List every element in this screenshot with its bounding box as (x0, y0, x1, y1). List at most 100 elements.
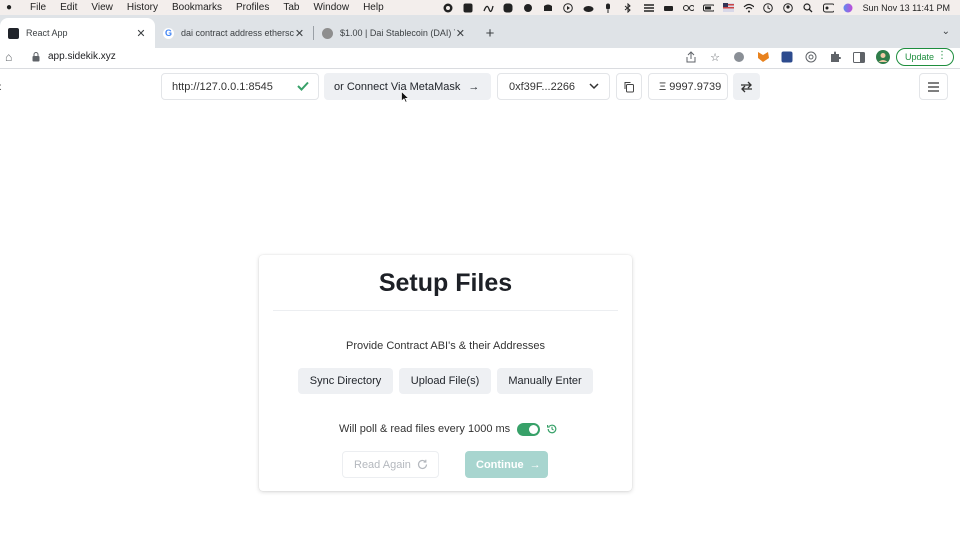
check-icon (297, 81, 309, 91)
close-icon[interactable]: ✕ (294, 27, 305, 40)
account-address: 0xf39F...2266 (509, 80, 576, 93)
account-select[interactable]: 0xf39F...2266 (497, 73, 610, 100)
control-center-icon[interactable] (822, 3, 834, 13)
bookmark-star-icon[interactable]: ☆ (708, 50, 722, 64)
menu-file[interactable]: File (30, 2, 46, 13)
close-icon[interactable]: ✕ (135, 27, 147, 40)
extension-circle-icon[interactable] (804, 50, 818, 64)
tab-title: dai contract address etherscan (181, 28, 294, 38)
apple-icon[interactable]: ● (2, 2, 16, 13)
continue-button[interactable]: Continue → (465, 451, 548, 478)
app-icon[interactable] (463, 3, 474, 13)
toggle-knob (529, 424, 539, 434)
play-icon[interactable] (563, 2, 574, 13)
chevron-left-icon[interactable]: ‹ (0, 78, 2, 94)
extension-blue-icon[interactable] (780, 50, 794, 64)
spotlight-icon[interactable] (803, 2, 814, 13)
glasses-icon[interactable] (682, 3, 694, 13)
home-icon[interactable]: ⌂ (5, 50, 12, 64)
rpc-url-field[interactable]: http://127.0.0.1:8545 (161, 73, 319, 100)
new-tab-icon[interactable]: + (483, 25, 497, 42)
card-subtitle: Provide Contract ABI's & their Addresses (346, 340, 545, 352)
tab-title: $1.00 | Dai Stablecoin (DAI) To (340, 28, 455, 38)
record-icon[interactable] (443, 3, 454, 13)
menu-icon (928, 81, 939, 92)
refresh-icon (417, 459, 427, 470)
balance-value: Ξ 9997.9739 (659, 80, 722, 93)
arrow-right-icon: → (468, 80, 480, 93)
copy-icon (624, 81, 634, 92)
tab-react-app[interactable]: React App ✕ (0, 18, 155, 48)
browser-update-button[interactable]: Update ⋮ (896, 48, 954, 66)
toolbar-icons: ☆ (684, 50, 890, 64)
mouse-cursor-icon (401, 91, 409, 103)
bluetooth-icon[interactable] (623, 2, 634, 13)
react-favicon-icon (8, 27, 19, 39)
menu-profiles[interactable]: Profiles (236, 2, 269, 13)
chevron-down-icon (589, 83, 599, 90)
continue-label: Continue (476, 458, 524, 471)
rpc-url-value: http://127.0.0.1:8545 (172, 80, 273, 93)
copy-address-button[interactable] (616, 73, 642, 100)
read-again-label: Read Again (354, 458, 411, 471)
menu-tab[interactable]: Tab (283, 2, 299, 13)
swap-arrows-icon (741, 81, 752, 92)
tab-dai-stablecoin[interactable]: $1.00 | Dai Stablecoin (DAI) To ✕ (314, 18, 474, 48)
update-label: Update (905, 52, 935, 62)
history-icon[interactable] (546, 423, 558, 435)
time-machine-icon[interactable] (763, 2, 774, 13)
address-bar-url[interactable]: app.sidekik.xyz (48, 51, 116, 62)
extensions-puzzle-icon[interactable] (828, 50, 842, 64)
siri-icon[interactable] (843, 3, 854, 13)
flag-icon[interactable] (722, 3, 734, 13)
stripes-icon[interactable] (643, 3, 654, 13)
profile-avatar[interactable] (876, 50, 890, 64)
status-tray: Sun Nov 13 11:41 PM (443, 0, 950, 15)
cloud-icon[interactable] (583, 3, 594, 13)
tab-title: React App (26, 28, 68, 38)
connect-metamask-label: or Connect Via MetaMask (334, 80, 461, 93)
browser-toolbar: ⌂ app.sidekik.xyz ☆ Update ⋮ (0, 48, 960, 69)
car-icon[interactable] (663, 3, 674, 13)
lock-icon[interactable] (32, 52, 40, 62)
menu-history[interactable]: History (127, 2, 158, 13)
menu-view[interactable]: View (91, 2, 113, 13)
menu-help[interactable]: Help (363, 2, 384, 13)
user-icon[interactable] (783, 2, 794, 13)
read-again-button[interactable]: Read Again (342, 451, 439, 478)
card-title: Setup Files (378, 269, 513, 297)
google-favicon-icon: G (163, 27, 174, 39)
upload-files-button[interactable]: Upload File(s) (399, 368, 491, 394)
macos-menubar: ● File Edit View History Bookmarks Profi… (0, 0, 960, 15)
microphone-icon[interactable] (603, 3, 614, 13)
swap-button[interactable] (733, 73, 760, 100)
coingecko-favicon-icon (322, 27, 333, 39)
share-icon[interactable] (684, 50, 698, 64)
poll-toggle[interactable] (517, 422, 541, 436)
close-icon[interactable]: ✕ (455, 27, 466, 40)
menu-bookmarks[interactable]: Bookmarks (172, 2, 222, 13)
menubar-clock[interactable]: Sun Nov 13 11:41 PM (863, 3, 950, 13)
battery-icon[interactable] (702, 3, 714, 13)
grid-app-icon[interactable] (503, 3, 514, 13)
manually-enter-button[interactable]: Manually Enter (497, 368, 593, 394)
sync-directory-button[interactable]: Sync Directory (298, 368, 393, 394)
more-vertical-icon[interactable]: ⋮ (937, 50, 947, 61)
divider (273, 310, 618, 311)
tab-dai-contract-search[interactable]: G dai contract address etherscan ✕ (155, 18, 313, 48)
tab-search-chevron-icon[interactable]: ⌄ (942, 26, 950, 37)
wifi-icon[interactable] (743, 3, 754, 13)
scribble-icon[interactable] (483, 3, 494, 13)
metamask-fox-icon[interactable] (756, 50, 770, 64)
app-header: ‹ http://127.0.0.1:8545 or Connect Via M… (0, 70, 960, 104)
balance-display: Ξ 9997.9739 (648, 73, 728, 100)
hamburger-menu-button[interactable] (919, 73, 948, 100)
side-panel-icon[interactable] (852, 50, 866, 64)
menu-edit[interactable]: Edit (60, 2, 77, 13)
elephant-icon[interactable] (543, 3, 554, 13)
poll-text: Will poll & read files every 1000 ms (339, 423, 511, 435)
cloud-sync-icon[interactable] (523, 3, 534, 13)
extension-gray-icon[interactable] (732, 50, 746, 64)
arrow-right-icon: → (529, 458, 541, 471)
menu-window[interactable]: Window (313, 2, 349, 13)
